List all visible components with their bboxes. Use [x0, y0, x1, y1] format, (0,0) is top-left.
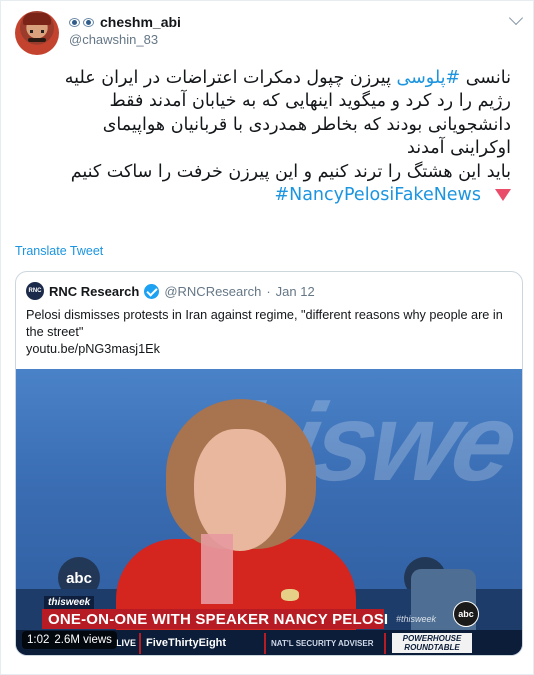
hashtag-link[interactable]: #NancyPelosiFakeNews — [274, 185, 481, 205]
avatar-eyes — [30, 30, 44, 33]
tweet-text-line: اوکراینی آمدند — [407, 138, 511, 159]
quoted-tweet-text: Pelosi dismisses protests in Iran agains… — [26, 308, 503, 339]
lower-third-headline: ONE-ON-ONE WITH SPEAKER NANCY PELOSI — [42, 609, 388, 629]
ticker-item: LIVE — [116, 638, 137, 648]
tweet: cheshm_abi @chawshin_83 نانسی #پلوسی پیر… — [0, 0, 534, 675]
video-time: 1:02 — [27, 634, 50, 646]
caret-down-icon[interactable] — [508, 10, 524, 26]
quoted-tweet-link[interactable]: youtu.be/pNG3masj1Ek — [26, 342, 160, 356]
video-player[interactable]: hiswe abc abc thisweek ONE-ON-ONE WITH S… — [16, 369, 522, 655]
ticker-item: FiveThirtyEight — [146, 637, 227, 649]
tweet-text-line: نانسی #پلوسی پیرزن چپول دمکرات اعتراضات … — [64, 68, 511, 88]
quoted-date: Jan 12 — [275, 283, 315, 299]
eye-icon — [69, 17, 80, 27]
ticker-separator — [139, 633, 141, 654]
ticker-item: NAT'L SECURITY ADVISER — [271, 638, 374, 648]
ticker-item-line: POWERHOUSE — [402, 634, 462, 643]
ticker-separator — [264, 633, 266, 654]
avatar-moustache — [28, 38, 46, 42]
hashtag-bug: #thisweek — [396, 614, 437, 624]
translate-tweet-link[interactable]: Translate Tweet — [15, 244, 103, 258]
quoted-author-handle: @RNCResearch — [164, 283, 262, 299]
video-view-count: 2.6M views — [54, 634, 112, 646]
tweet-text-line: #NancyPelosiFakeNews — [11, 184, 511, 207]
hashtag-link[interactable]: #پلوسی — [397, 68, 461, 88]
quoted-tweet-card[interactable]: RNC RNC Research @RNCResearch · Jan 12 P… — [15, 271, 523, 656]
video-duration-badge: 1:02 2.6M views — [22, 631, 117, 649]
triangle-down-icon — [495, 189, 511, 202]
ticker-separator — [384, 633, 386, 654]
show-logo: thisweek — [44, 596, 95, 609]
tweet-text-line: باید این هشتگ را ترند کنیم و این پیرزن خ… — [70, 161, 511, 182]
quoted-author-name: RNC Research — [49, 283, 140, 299]
author-name-row[interactable]: cheshm_abi — [69, 14, 181, 30]
quoted-tweet-header: RNC RNC Research @RNCResearch · Jan 12 — [26, 282, 315, 300]
separator-dot: · — [266, 283, 271, 299]
speaker-face — [194, 429, 286, 551]
verified-badge-icon — [144, 283, 160, 299]
rnc-logo: RNC — [26, 282, 44, 300]
author-handle[interactable]: @chawshin_83 — [69, 32, 158, 47]
avatar-hat — [23, 13, 51, 25]
tweet-text: نانسی #پلوسی پیرزن چپول دمکرات اعتراضات … — [11, 67, 511, 207]
abc-network-bug: abc — [453, 601, 479, 627]
lower-third: thisweek ONE-ON-ONE WITH SPEAKER NANCY P… — [42, 596, 482, 630]
ticker-item-line: ROUNDTABLE — [404, 643, 460, 652]
censor-blur — [201, 534, 233, 604]
tweet-text-line: دانشجویانی بودند که بخاطر همدردی با قربا… — [102, 114, 511, 135]
avatar[interactable] — [15, 11, 59, 55]
tweet-text-line: رژیم را رد کرد و میگوید اینهایی که به خی… — [109, 91, 511, 112]
author-display-name[interactable]: cheshm_abi — [100, 14, 181, 30]
eye-icon — [83, 17, 94, 27]
ticker-item: POWERHOUSE ROUNDTABLE — [392, 633, 472, 653]
